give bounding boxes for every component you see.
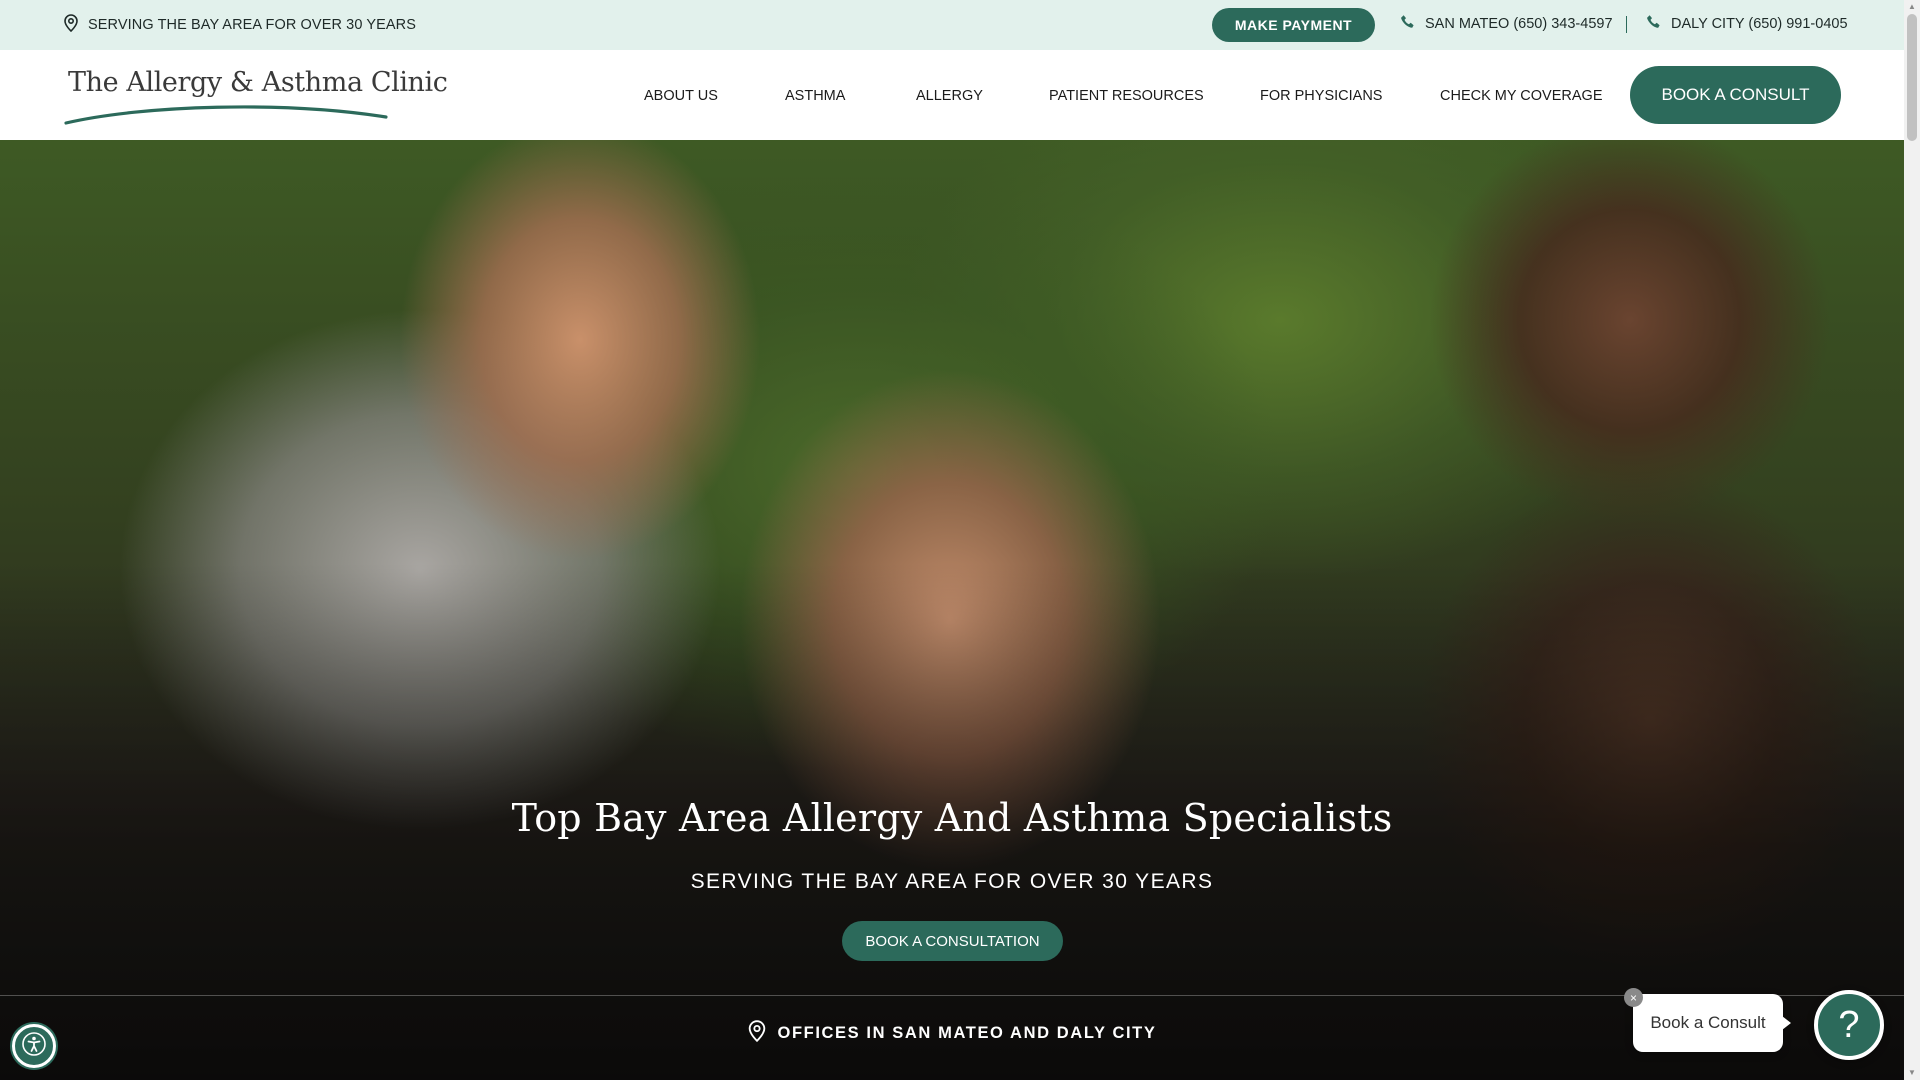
scrollbar-track[interactable] [1904, 0, 1920, 1080]
phone-san-mateo-link[interactable]: SAN MATEO (650) 343-4597 [1400, 14, 1613, 34]
scroll-up-icon[interactable]: ▲ [1907, 2, 1917, 12]
phone-daly-city-link[interactable]: DALY CITY (650) 991-0405 [1646, 14, 1848, 34]
top-bar: SERVING THE BAY AREA FOR OVER 30 YEARS M… [0, 0, 1904, 50]
logo-text: The Allergy & Asthma Clinic [68, 67, 448, 98]
map-pin-icon [64, 14, 78, 36]
chat-prompt-bubble[interactable]: Book a Consult [1633, 994, 1791, 1052]
offices-text: OFFICES IN SAN MATEO AND DALY CITY [777, 1024, 1157, 1042]
make-payment-button[interactable]: MAKE PAYMENT [1212, 8, 1375, 42]
location-text: SERVING THE BAY AREA FOR OVER 30 YEARS [88, 17, 417, 33]
close-icon[interactable]: × [1624, 988, 1643, 1007]
nav-item-asthma[interactable]: ASTHMA [785, 88, 845, 104]
offices-banner: OFFICES IN SAN MATEO AND DALY CITY [0, 1020, 1904, 1047]
hero-subtitle: SERVING THE BAY AREA FOR OVER 30 YEARS [690, 870, 1214, 893]
nav-item-about-us[interactable]: ABOUT US [644, 88, 718, 104]
book-consult-button[interactable]: BOOK A CONSULT [1630, 66, 1841, 124]
phone-icon [1400, 14, 1416, 34]
nav-item-for-physicians[interactable]: FOR PHYSICIANS [1260, 88, 1382, 104]
phone-icon [1646, 14, 1662, 34]
help-chat-button[interactable]: ? [1814, 990, 1884, 1060]
help-icon: ? [1838, 1003, 1860, 1046]
accessibility-button[interactable] [12, 1024, 56, 1068]
hero-section: Top Bay Area Allergy And Asthma Speciali… [0, 140, 1904, 1080]
accessibility-icon [21, 1031, 47, 1062]
clinic-logo[interactable]: The Allergy & Asthma Clinic [64, 65, 448, 125]
logo-swoosh [64, 105, 388, 125]
nav-item-patient-resources[interactable]: PATIENT RESOURCES [1049, 88, 1204, 104]
nav-item-check-my-coverage[interactable]: CHECK MY COVERAGE [1440, 88, 1603, 104]
main-navigation: The Allergy & Asthma Clinic ABOUT US AST… [0, 50, 1904, 140]
hero-title: Top Bay Area Allergy And Asthma Speciali… [511, 796, 1393, 840]
scroll-down-icon[interactable]: ▼ [1907, 1068, 1917, 1078]
phone-daly-city-text: DALY CITY (650) 991-0405 [1671, 16, 1848, 32]
scrollbar-thumb[interactable] [1907, 14, 1917, 141]
phone-san-mateo-text: SAN MATEO (650) 343-4597 [1425, 16, 1613, 32]
phone-divider [1626, 16, 1627, 33]
map-pin-icon [748, 1020, 766, 1047]
location-banner: SERVING THE BAY AREA FOR OVER 30 YEARS [64, 14, 416, 36]
book-consultation-button[interactable]: BOOK A CONSULTATION [842, 921, 1063, 961]
nav-item-allergy[interactable]: ALLERGY [916, 88, 983, 104]
hero-divider [0, 995, 1904, 996]
